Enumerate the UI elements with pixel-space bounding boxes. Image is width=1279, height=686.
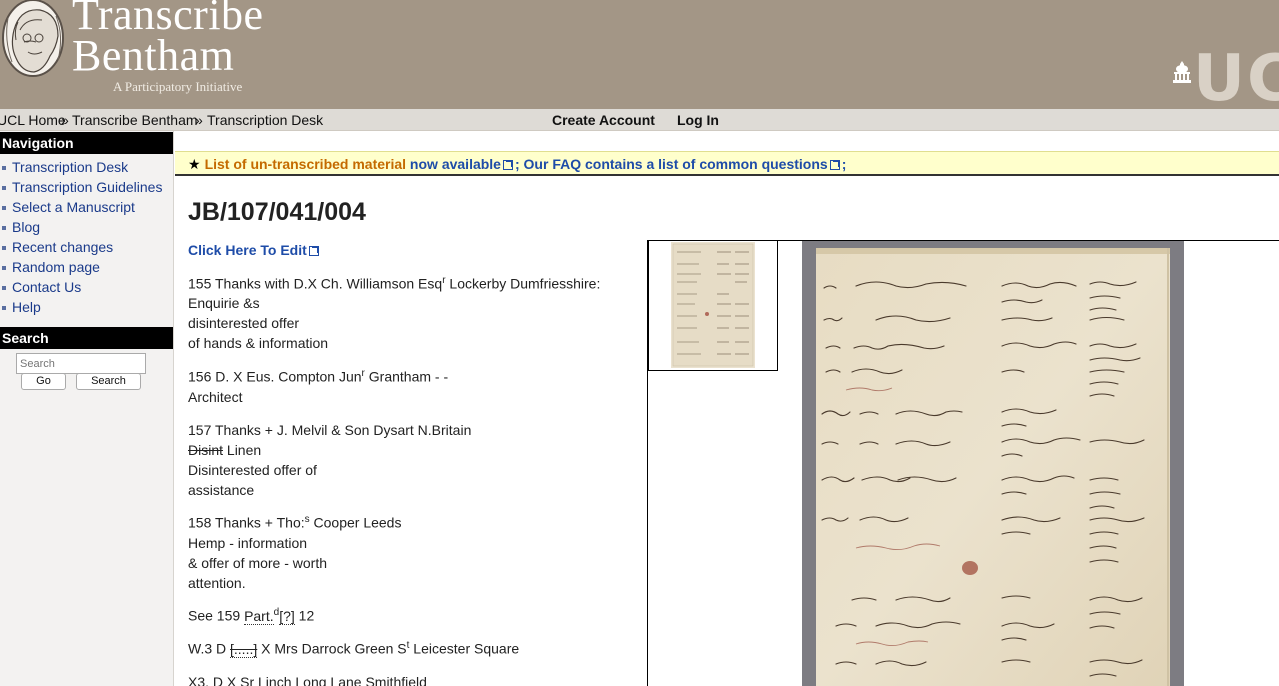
log-in-link[interactable]: Log In xyxy=(677,112,719,128)
transcript-line: attention. xyxy=(188,575,246,591)
sidebar-item-label: Random page xyxy=(12,259,100,275)
transcript-line: 156 D. X Eus. Compton Junr Grantham - - xyxy=(188,368,448,385)
transcript-line: & offer of more - worth xyxy=(188,555,328,571)
sidebar-item-label: Contact Us xyxy=(12,279,82,295)
manuscript-page-image[interactable] xyxy=(816,248,1170,686)
bullet-icon xyxy=(2,286,6,290)
breadcrumb-transcribe-bentham[interactable]: Transcribe Bentham xyxy=(72,112,198,128)
bullet-icon xyxy=(2,166,6,170)
ucl-portico-icon xyxy=(1173,61,1191,83)
transcript-text: 158 Thanks + Tho: xyxy=(188,514,305,531)
unclear-text: [?] xyxy=(279,607,295,625)
site-header: Transcribe Bentham A Participatory Initi… xyxy=(0,0,1279,114)
notice-end: ; xyxy=(841,156,847,172)
sidebar: Navigation Transcription Desk Transcript… xyxy=(0,131,174,686)
external-link-icon xyxy=(502,160,513,170)
breadcrumb: UCL Home » Transcribe Bentham » Transcri… xyxy=(0,109,1279,131)
sidebar-item-label: Blog xyxy=(12,219,41,235)
notice-banner: ★ List of un-transcribed material now ava… xyxy=(175,151,1279,176)
sidebar-item-transcription-desk[interactable]: Transcription Desk xyxy=(0,157,173,177)
deleted-text: [.....] xyxy=(230,640,258,658)
transcript-line: 155 Thanks with D.X Ch. Williamson Esqr … xyxy=(188,275,600,292)
site-subtitle: A Participatory Initiative xyxy=(113,79,243,94)
bentham-portrait-logo[interactable] xyxy=(0,0,67,80)
bullet-icon xyxy=(2,266,6,270)
bullet-icon xyxy=(2,206,6,210)
search-box xyxy=(0,349,173,374)
transcript-text: 156 D. X Eus. Compton Jun xyxy=(188,368,362,385)
navigation-list: Transcription Desk Transcription Guideli… xyxy=(0,154,173,317)
breadcrumb-separator: » xyxy=(61,112,69,128)
transcript-line: 157 Thanks + J. Melvil & Son Dysart N.Br… xyxy=(188,422,472,438)
sidebar-item-help[interactable]: Help xyxy=(0,297,173,317)
click-to-edit-link[interactable]: Click Here To Edit xyxy=(188,242,321,258)
now-available-link[interactable]: now available xyxy=(406,156,501,172)
deleted-text: Disint xyxy=(188,442,224,458)
sidebar-item-random-page[interactable]: Random page xyxy=(0,257,173,277)
transcript-text: Lockerby Dumfriesshire: xyxy=(445,275,601,292)
sidebar-item-contact-us[interactable]: Contact Us xyxy=(0,277,173,297)
transcript-line: X3. D X Sr Linch Long Lane Smithfield xyxy=(188,674,427,686)
sidebar-item-transcription-guidelines[interactable]: Transcription Guidelines xyxy=(0,177,173,197)
transcript-line: See 159 Part.d[?] 12 xyxy=(188,607,315,625)
notice-separator: ; xyxy=(514,156,524,172)
transcript-line: Architect xyxy=(188,389,243,405)
sidebar-item-label: Recent changes xyxy=(12,239,114,255)
transcript-line: assistance xyxy=(188,482,255,498)
abbreviation-text: Part. xyxy=(244,607,274,625)
site-title-line2: Bentham xyxy=(72,31,235,80)
transcript-text: W.3 D xyxy=(188,640,231,657)
bullet-icon xyxy=(2,306,6,310)
sidebar-item-select-manuscript[interactable]: Select a Manuscript xyxy=(0,197,173,217)
breadcrumb-transcription-desk[interactable]: Transcription Desk xyxy=(207,112,323,128)
transcript-text: See 159 xyxy=(188,607,245,624)
transcript-line: W.3 D [.....] X Mrs Darrock Green St Lei… xyxy=(188,640,520,658)
search-button[interactable]: Search xyxy=(76,373,141,390)
breadcrumb-ucl-home[interactable]: UCL Home xyxy=(0,112,66,128)
transcript-line: 158 Thanks + Tho:s Cooper Leeds xyxy=(188,514,401,531)
external-link-icon xyxy=(829,160,840,170)
bullet-icon xyxy=(2,246,6,250)
ucl-logo[interactable]: UC xyxy=(1193,44,1279,114)
edit-link-label: Click Here To Edit xyxy=(188,242,307,258)
untranscribed-material-link[interactable]: List of un-transcribed material xyxy=(205,156,406,172)
faq-link[interactable]: Our FAQ contains a list of common questi… xyxy=(524,156,828,172)
bullet-icon xyxy=(2,226,6,230)
sidebar-item-label: Transcription Desk xyxy=(12,159,129,175)
transcript-text: Leicester Square xyxy=(409,640,520,657)
search-heading: Search xyxy=(0,327,173,349)
transcript-line: Hemp - information xyxy=(188,535,308,551)
breadcrumb-separator: » xyxy=(195,112,203,128)
star-icon: ★ xyxy=(188,156,201,172)
site-title-line1: Transcribe xyxy=(72,0,264,39)
bullet-icon xyxy=(2,186,6,190)
sidebar-item-blog[interactable]: Blog xyxy=(0,217,173,237)
transcript-line: disinterested offer xyxy=(188,315,300,331)
transcript-text: X Mrs Darrock Green S xyxy=(257,640,407,657)
search-input[interactable] xyxy=(16,353,146,374)
sidebar-item-label: Help xyxy=(12,299,41,315)
sidebar-item-recent-changes[interactable]: Recent changes xyxy=(0,237,173,257)
sidebar-item-label: Select a Manuscript xyxy=(12,199,135,215)
page-title: JB/107/041/004 xyxy=(188,198,366,226)
transcript-line: Disinterested offer of xyxy=(188,462,317,478)
sidebar-item-label: Transcription Guidelines xyxy=(12,179,163,195)
transcript-text: 155 Thanks with D.X Ch. Williamson Esq xyxy=(188,275,443,292)
transcript-text: Cooper Leeds xyxy=(309,514,402,531)
manuscript-thumbnail[interactable] xyxy=(671,242,755,368)
transcript-line: Disint Linen xyxy=(188,442,261,458)
transcript-line: Enquirie &s xyxy=(188,295,260,311)
go-button[interactable]: Go xyxy=(21,373,66,390)
transcript-text: 12 xyxy=(294,607,315,624)
navigation-heading: Navigation xyxy=(0,132,173,154)
transcript-line: of hands & information xyxy=(188,335,329,351)
external-link-icon xyxy=(308,246,319,256)
create-account-link[interactable]: Create Account xyxy=(552,112,655,128)
site-title[interactable]: Transcribe Bentham xyxy=(72,0,264,80)
transcript-text: Grantham - - xyxy=(364,368,449,385)
transcript-text: Linen xyxy=(223,442,262,458)
